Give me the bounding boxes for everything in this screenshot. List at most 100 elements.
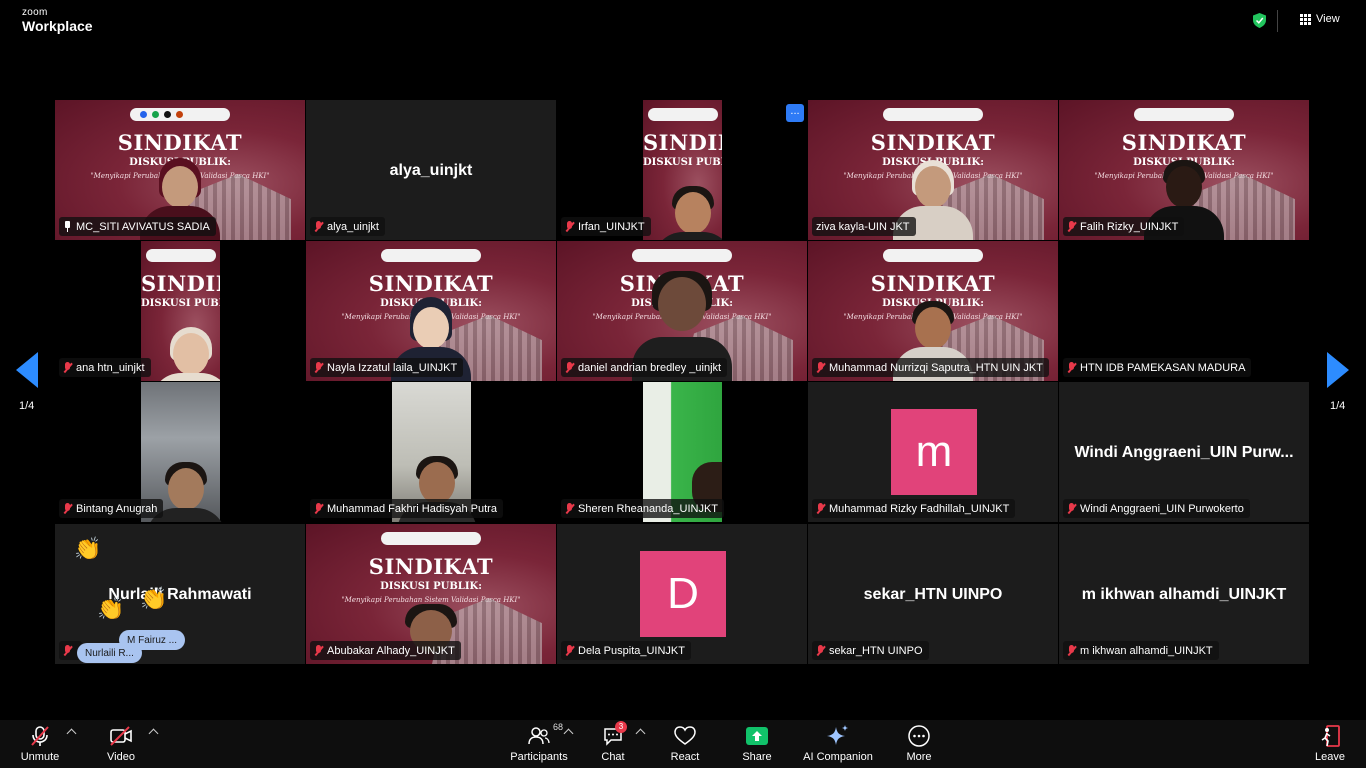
- sponsor-logos: [130, 108, 230, 121]
- participant-name-tag: ana htn_uinjkt: [59, 358, 151, 377]
- video-off-icon: [109, 724, 133, 748]
- grid-icon: [1300, 13, 1311, 25]
- participant-name: sekar_HTN UINPO: [829, 644, 923, 657]
- participant-name-tag: Abubakar Alhady_UINJKT: [310, 641, 461, 660]
- participant-video: [150, 317, 220, 381]
- leave-button[interactable]: Leave: [1295, 724, 1365, 766]
- participant-name: m ikhwan alhamdi_UINJKT: [1080, 644, 1213, 657]
- top-divider: [1277, 10, 1278, 32]
- participant-display-name: sekar_HTN UINPO: [863, 586, 1003, 603]
- ai-companion-button[interactable]: AI Companion: [801, 724, 875, 766]
- video-tile[interactable]: Sheren Rheananda_UINJKT: [557, 382, 807, 522]
- participant-name: Abubakar Alhady_UINJKT: [327, 644, 455, 657]
- react-label: React: [670, 751, 700, 763]
- unmute-label: Unmute: [20, 751, 60, 763]
- participant-name: Muhammad Rizky Fadhillah_UINJKT: [829, 502, 1010, 515]
- share-button[interactable]: Share: [722, 724, 792, 766]
- participant-name: Muhammad Fakhri Hadisyah Putra: [327, 502, 497, 515]
- participant-name-tag: Windi Anggraeni_UIN Purwokerto: [1063, 499, 1250, 518]
- video-tile[interactable]: sekar_HTN UINPO sekar_HTN UINPO: [808, 524, 1058, 664]
- mic-muted-icon: [1067, 221, 1076, 232]
- mic-muted-icon: [314, 221, 323, 232]
- unmute-button[interactable]: Unmute: [5, 724, 75, 766]
- reaction-name-tag: Nurlaili R...: [77, 643, 142, 663]
- zoom-logo: zoom Workplace: [22, 8, 93, 34]
- participant-name-tag: sekar_HTN UINPO: [812, 641, 929, 660]
- participant-name-tag: Falih Rizky_UINJKT: [1063, 217, 1185, 236]
- participant-name-tag: Muhammad Nurrizqi Saputra_HTN UIN JKT: [812, 358, 1049, 377]
- video-tile[interactable]: m Muhammad Rizky Fadhillah_UINJKT: [808, 382, 1058, 522]
- top-bar: zoom Workplace View: [0, 0, 1366, 44]
- participant-name-tag: m ikhwan alhamdi_UINJKT: [1063, 641, 1219, 660]
- view-button[interactable]: View: [1300, 13, 1340, 25]
- participants-label: Participants: [510, 751, 568, 763]
- participant-name: alya_uinjkt: [327, 220, 379, 233]
- more-dots-icon: [907, 724, 931, 748]
- participant-name-tag: HTN IDB PAMEKASAN MADURA: [1063, 358, 1252, 377]
- video-tile[interactable]: SINDIKAT DISKUSI PUBLIK: Irfan_UINJKT: [557, 100, 807, 240]
- page-indicator-left: 1/4: [19, 400, 35, 412]
- video-tile[interactable]: Muhammad Fakhri Hadisyah Putra: [306, 382, 556, 522]
- participant-display-name: alya_uinjkt: [389, 162, 473, 179]
- video-tile[interactable]: SINDIKAT DISKUSI PUBLIK: "Menyikapi Peru…: [1059, 100, 1309, 240]
- tile-more-button[interactable]: ...: [786, 104, 804, 122]
- video-tile[interactable]: Bintang Anugrah: [55, 382, 305, 522]
- shield-check-icon[interactable]: [1253, 13, 1266, 28]
- participant-name: Irfan_UINJKT: [578, 220, 645, 233]
- video-tile[interactable]: SINDIKAT DISKUSI PUBLIK: "Menyikapi Peru…: [557, 241, 807, 381]
- participant-name-tag: Muhammad Rizky Fadhillah_UINJKT: [812, 499, 1016, 518]
- participant-name: Muhammad Nurrizqi Saputra_HTN UIN JKT: [829, 361, 1043, 374]
- video-tile[interactable]: HTN IDB PAMEKASAN MADURA: [1059, 241, 1309, 381]
- video-tile[interactable]: SINDIKAT DISKUSI PUBLIK: "Menyikapi Peru…: [306, 524, 556, 664]
- sponsor-logos: [647, 108, 718, 121]
- participant-name: ziva kayla-UIN JKT: [816, 220, 910, 233]
- leave-label: Leave: [1315, 751, 1345, 763]
- participants-button[interactable]: 68 Participants: [504, 722, 574, 766]
- react-button[interactable]: React: [650, 724, 720, 766]
- participant-name: HTN IDB PAMEKASAN MADURA: [1080, 361, 1246, 374]
- sponsor-logos: [883, 108, 983, 121]
- sponsor-logos: [381, 249, 481, 262]
- previous-page-arrow-icon[interactable]: [16, 352, 38, 388]
- video-tile[interactable]: Windi Anggraeni_UIN Purw... Windi Anggra…: [1059, 382, 1309, 522]
- participant-avatar: m: [891, 409, 977, 495]
- video-tile[interactable]: SINDIKAT DISKUSI PUBLIK: "Menyikapi Peru…: [306, 241, 556, 381]
- video-tile[interactable]: SINDIKAT DISKUSI PUBLIK: "Menyikapi Peru…: [808, 241, 1058, 381]
- sponsor-logos: [883, 249, 983, 262]
- mic-muted-icon: [565, 645, 574, 656]
- participant-name: Falih Rizky_UINJKT: [1080, 220, 1179, 233]
- video-button[interactable]: Video: [86, 724, 156, 766]
- participant-name-tag: Nayla Izzatul laila_UINJKT: [310, 358, 464, 377]
- video-tile[interactable]: SINDIKAT DISKUSI PUBLIK: "Menyikapi Peru…: [808, 100, 1058, 240]
- page-indicator-right: 1/4: [1330, 400, 1346, 412]
- mic-muted-icon: [565, 503, 574, 514]
- video-tile[interactable]: D Dela Puspita_UINJKT: [557, 524, 807, 664]
- participant-name-tag: Sheren Rheananda_UINJKT: [561, 499, 725, 518]
- share-label: Share: [742, 751, 772, 763]
- pin-icon: [63, 221, 72, 232]
- participants-count: 68: [553, 722, 564, 732]
- mic-muted-icon: [28, 724, 52, 748]
- video-tile[interactable]: SINDIKAT DISKUSI PUBLIK: ana htn_uinjkt: [55, 241, 305, 381]
- participant-name-tag: MC_SITI AVIVATUS SADIA: [59, 217, 216, 236]
- participant-name-tag: daniel andrian bredley _uinjkt: [561, 358, 728, 377]
- mic-muted-icon: [816, 503, 825, 514]
- participant-display-name: Windi Anggraeni_UIN Purw...: [1074, 444, 1294, 461]
- mic-muted-icon: [565, 362, 574, 373]
- sponsor-logos: [1134, 108, 1234, 121]
- video-tile[interactable]: m ikhwan alhamdi_UINJKT m ikhwan alhamdi…: [1059, 524, 1309, 664]
- sponsor-logos: [381, 532, 481, 545]
- more-button[interactable]: More: [884, 724, 954, 766]
- next-page-arrow-icon[interactable]: [1327, 352, 1349, 388]
- participant-name: Windi Anggraeni_UIN Purwokerto: [1080, 502, 1244, 515]
- participant-name: daniel andrian bredley _uinjkt: [578, 361, 722, 374]
- chat-icon: 3: [601, 721, 627, 748]
- video-tile[interactable]: alya_uinjkt alya_uinjkt: [306, 100, 556, 240]
- slide-subtitle: DISKUSI PUBLIK:: [643, 157, 722, 168]
- view-label: View: [1316, 13, 1340, 25]
- video-tile[interactable]: SINDIKAT DISKUSI PUBLIK: "Menyikapi Peru…: [55, 100, 305, 240]
- mic-muted-icon: [314, 503, 323, 514]
- slide-subtitle: DISKUSI PUBLIK:: [141, 298, 220, 309]
- participant-name-tag: Irfan_UINJKT: [561, 217, 651, 236]
- participant-name: MC_SITI AVIVATUS SADIA: [76, 220, 210, 233]
